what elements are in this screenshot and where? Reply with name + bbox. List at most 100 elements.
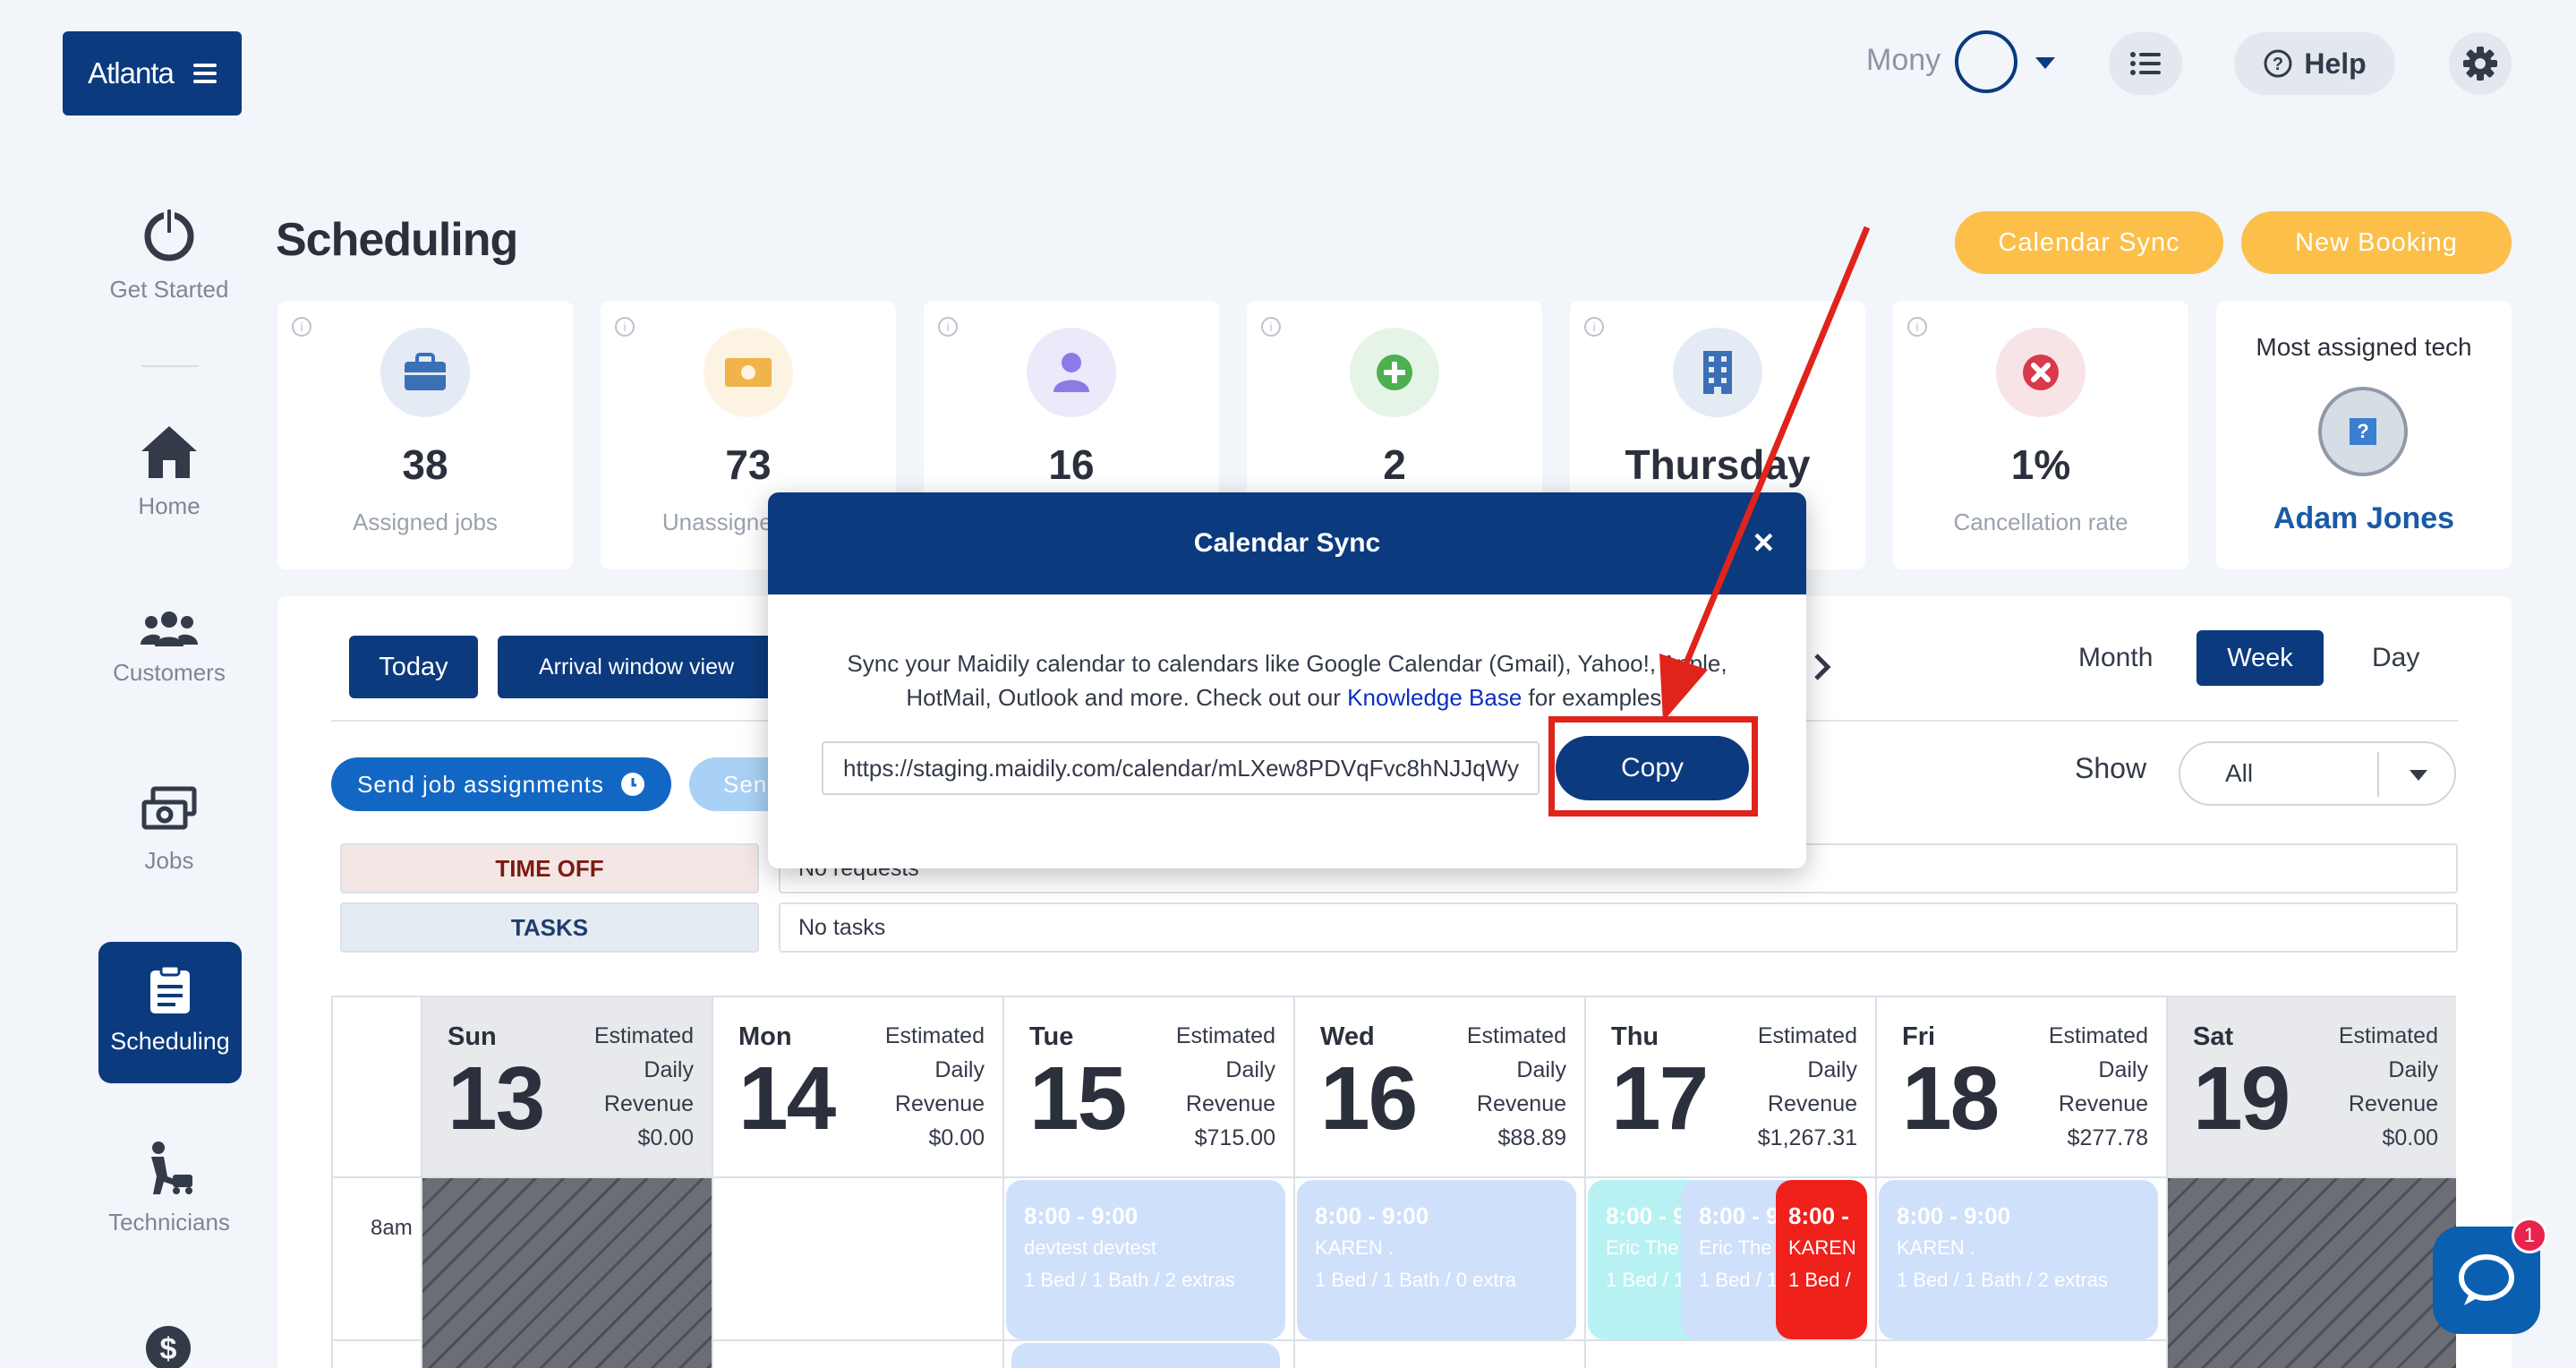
grid-line	[1293, 1178, 1295, 1368]
day-number: 18	[1902, 1048, 2000, 1149]
x-circle-icon	[1996, 328, 2086, 417]
chat-notification-badge: 1	[2512, 1218, 2547, 1253]
settings-button[interactable]	[2449, 32, 2512, 95]
day-number: 17	[1611, 1048, 1709, 1149]
day-header-wed[interactable]: Wed 16 Estimated Daily Revenue $88.89	[1293, 997, 1584, 1176]
day-header-fri[interactable]: Fri 18 Estimated Daily Revenue $277.78	[1875, 997, 2166, 1176]
stat-value: 38	[402, 441, 448, 488]
day-revenue: $0.00	[928, 1125, 985, 1150]
help-button[interactable]: ? Help	[2234, 32, 2395, 95]
help-label: Help	[2304, 47, 2367, 80]
stat-value: 1%	[2010, 441, 2071, 488]
day-header-sun[interactable]: Sun 13 Estimated Daily Revenue $0.00	[421, 997, 712, 1176]
list-button[interactable]	[2109, 32, 2182, 95]
day-number: 15	[1029, 1048, 1127, 1149]
clipboard-icon	[150, 965, 190, 1013]
time-off-label: TIME OFF	[340, 843, 759, 893]
calendar-sync-button[interactable]: Calendar Sync	[1955, 211, 2223, 274]
grid-line	[712, 1178, 713, 1368]
modal-title: Calendar Sync	[1193, 528, 1381, 558]
week-view-tab[interactable]: Week	[2196, 630, 2324, 686]
job-card[interactable]: 8:00 - 9:00 KAREN . 1 Bed / 1 Bath / 0 e…	[1297, 1180, 1576, 1339]
job-customer: Eric The /	[1699, 1236, 1783, 1259]
power-icon	[144, 206, 194, 261]
job-card[interactable]	[1011, 1343, 1280, 1368]
sidebar-item-label: Scheduling	[110, 1028, 230, 1055]
info-icon[interactable]: i	[292, 317, 311, 337]
day-revenue: $0.00	[2382, 1125, 2438, 1150]
user-name: Mony	[1866, 43, 1941, 77]
sidebar-item-get-started[interactable]: Get Started	[98, 206, 240, 304]
day-view-tab[interactable]: Day	[2372, 643, 2419, 673]
chat-bubble-icon	[2459, 1254, 2514, 1305]
day-header-tue[interactable]: Tue 15 Estimated Daily Revenue $715.00	[1002, 997, 1293, 1176]
grid-line	[1002, 1178, 1004, 1368]
image-placeholder-icon: ?	[2350, 418, 2376, 445]
job-card[interactable]: 8:00 - 9:00 KAREN . 1 Bed / 1 Bath / 2 e…	[1879, 1180, 2158, 1339]
new-booking-button[interactable]: New Booking	[2241, 211, 2512, 274]
day-revenue: $277.78	[2067, 1125, 2148, 1150]
select-divider	[2377, 752, 2379, 797]
sidebar-item-technicians[interactable]: Technicians	[98, 1141, 240, 1236]
today-button[interactable]: Today	[349, 636, 478, 698]
job-detail: 1 Bed /	[1788, 1269, 1851, 1291]
day-number: 19	[2193, 1048, 2290, 1149]
location-name: Atlanta	[88, 56, 175, 90]
month-view-tab[interactable]: Month	[2078, 643, 2153, 673]
day-revenue-label: Estimated Daily Revenue $0.00	[884, 1023, 985, 1150]
knowledge-base-link[interactable]: Knowledge Base	[1347, 684, 1522, 711]
cash-icon	[704, 328, 793, 417]
job-time: 8:00 - 9:00	[1315, 1202, 1429, 1229]
day-header-sat[interactable]: Sat 19 Estimated Daily Revenue $0.00	[2166, 997, 2456, 1176]
job-detail: 1 Bed / 1 Bath / 2 extras	[1024, 1269, 1236, 1291]
day-revenue-label: Estimated Daily Revenue $0.00	[593, 1023, 694, 1150]
sidebar-divider	[141, 365, 199, 367]
technician-icon	[151, 1141, 192, 1194]
info-icon[interactable]: i	[938, 317, 958, 337]
location-menu-button[interactable]: Atlanta	[63, 31, 242, 115]
job-card[interactable]: 8:00 - KAREN 1 Bed /	[1776, 1180, 1867, 1339]
gear-icon	[2463, 47, 2497, 81]
chevron-down-icon[interactable]	[2035, 57, 2055, 69]
sidebar-item-label: Technicians	[108, 1209, 230, 1235]
sidebar-item-scheduling[interactable]: Scheduling	[98, 942, 242, 1083]
show-filter-select[interactable]: All	[2179, 741, 2456, 806]
page-title: Scheduling	[276, 214, 518, 266]
sidebar-item-billing[interactable]: $	[143, 1323, 193, 1368]
send-job-assignments-button[interactable]: Send job assignments	[331, 757, 671, 811]
sidebar-item-jobs[interactable]: Jobs	[98, 786, 240, 875]
calendar-url-field[interactable]: https://staging.maidily.com/calendar/mLX…	[822, 741, 1540, 795]
question-circle-icon: ?	[2264, 49, 2292, 78]
tasks-field: No tasks	[779, 902, 2458, 953]
time-label: 8am	[371, 1216, 413, 1240]
arrival-window-view-button[interactable]: Arrival window view	[498, 636, 775, 698]
sidebar-item-home[interactable]: Home	[98, 424, 240, 520]
day-revenue-label: Estimated Daily Revenue $88.89	[1466, 1023, 1566, 1150]
stat-card-assigned: i 38 Assigned jobs	[277, 301, 573, 569]
stat-card-cancellation: i 1% Cancellation rate	[1893, 301, 2188, 569]
sidebar-item-customers[interactable]: Customers	[98, 611, 240, 687]
stat-label: Cancellation rate	[1953, 509, 2128, 535]
job-time: 8:00 - 9	[1699, 1202, 1779, 1229]
user-avatar[interactable]	[1955, 30, 2017, 93]
hamburger-icon	[192, 64, 217, 83]
most-assigned-name[interactable]: Adam Jones	[2216, 501, 2512, 536]
day-header-mon[interactable]: Mon 14 Estimated Daily Revenue $0.00	[712, 997, 1002, 1176]
tech-avatar[interactable]: ?	[2318, 387, 2408, 476]
sidebar-item-label: Get Started	[109, 276, 229, 303]
plus-icon	[1350, 328, 1439, 417]
sidebar-item-label: Customers	[113, 659, 226, 686]
tasks-label: TASKS	[340, 902, 759, 953]
day-header-thu[interactable]: Thu 17 Estimated Daily Revenue $1,267.31	[1584, 997, 1875, 1176]
info-icon[interactable]: i	[1584, 317, 1604, 337]
day-revenue: $715.00	[1194, 1125, 1275, 1150]
job-card[interactable]: 8:00 - 9:00 devtest devtest 1 Bed / 1 Ba…	[1006, 1180, 1285, 1339]
day-revenue-label: Estimated Daily Revenue $277.78	[2048, 1023, 2148, 1150]
info-icon[interactable]: i	[1261, 317, 1281, 337]
info-icon[interactable]: i	[615, 317, 635, 337]
money-icon	[141, 786, 197, 830]
job-detail: 1 Bed / 1	[1699, 1269, 1778, 1291]
job-time: 8:00 -	[1788, 1202, 1849, 1229]
info-icon[interactable]: i	[1907, 317, 1927, 337]
day-revenue: $0.00	[637, 1125, 694, 1150]
